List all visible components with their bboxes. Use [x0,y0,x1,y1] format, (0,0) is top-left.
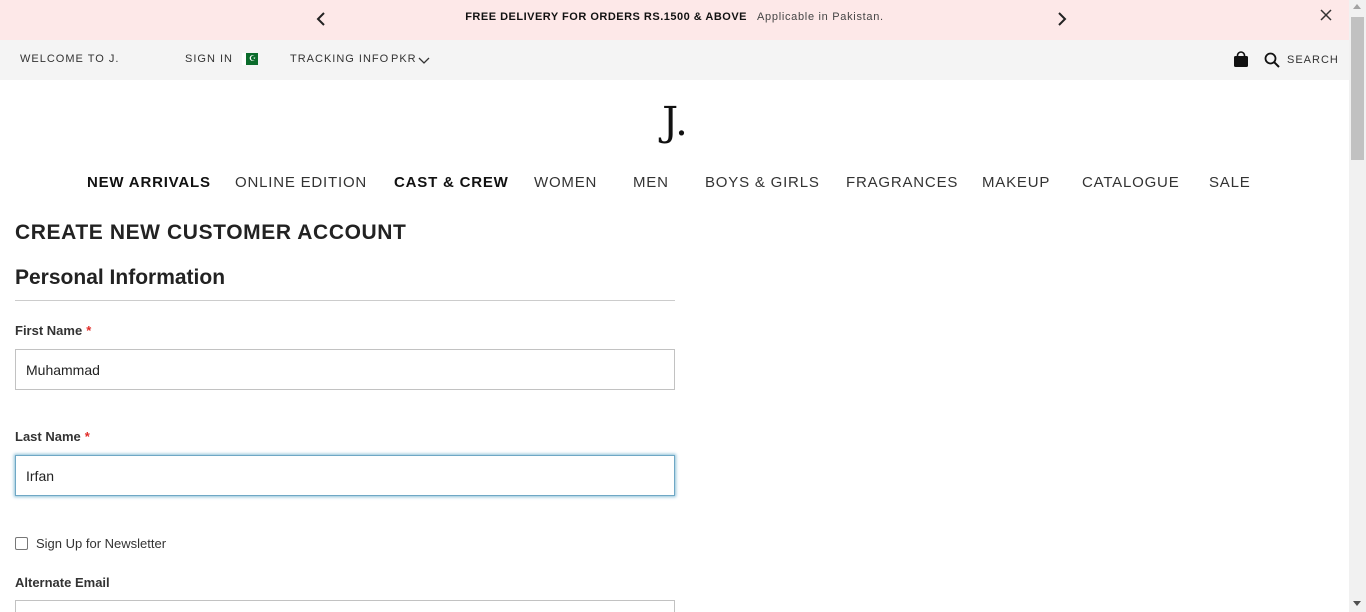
announcement-headline: FREE DELIVERY FOR ORDERS RS.1500 & ABOVE [465,11,748,23]
nav-cast-crew[interactable]: CAST & CREW [394,174,509,191]
page-scrollbar[interactable] [1349,0,1366,612]
nav-makeup[interactable]: MAKEUP [982,174,1050,191]
required-marker: * [84,429,90,444]
alternate-email-label-text: Alternate Email [15,575,110,590]
last-name-label-text: Last Name [15,429,81,444]
tracking-info-link[interactable]: TRACKING INFO [290,53,389,65]
alternate-email-input[interactable] [15,600,675,612]
sign-in-link[interactable]: SIGN IN [185,53,233,65]
last-name-input[interactable] [15,455,675,496]
scroll-down-arrow-icon[interactable] [1353,601,1361,606]
first-name-label-text: First Name [15,323,83,338]
required-marker: * [86,323,92,338]
shopping-bag-icon[interactable] [1233,51,1249,68]
chevron-right-icon[interactable] [1052,9,1072,29]
nav-women[interactable]: WOMEN [534,174,597,191]
search-link[interactable]: SEARCH [1287,54,1339,66]
nav-new-arrivals[interactable]: NEW ARRIVALS [87,174,211,191]
top-utility-bar: WELCOME TO J. SIGN IN ☪ TRACKING INFO PK… [0,40,1349,80]
first-name-label: First Name * [15,323,91,338]
chevron-down-icon[interactable] [418,55,430,65]
page-title: CREATE NEW CUSTOMER ACCOUNT [15,221,407,244]
alternate-email-label: Alternate Email [15,575,110,590]
close-icon[interactable] [1318,7,1334,23]
announcement-bar: FREE DELIVERY FOR ORDERS RS.1500 & ABOVE… [0,0,1349,40]
main-navigation: NEW ARRIVALS ONLINE EDITION CAST & CREW … [0,174,1349,196]
welcome-text: WELCOME TO J. [20,53,120,65]
announcement-subtext: Applicable in Pakistan. [757,11,884,23]
nav-online-edition[interactable]: ONLINE EDITION [235,174,367,191]
section-divider [15,300,675,301]
section-title: Personal Information [15,266,226,289]
newsletter-checkbox[interactable] [15,537,28,550]
scrollbar-thumb[interactable] [1351,17,1364,160]
brand-logo[interactable]: J. [655,98,695,146]
announcement-message: FREE DELIVERY FOR ORDERS RS.1500 & ABOVE… [0,11,1349,23]
nav-sale[interactable]: SALE [1209,174,1251,191]
search-icon[interactable] [1264,52,1280,68]
newsletter-label[interactable]: Sign Up for Newsletter [36,536,166,551]
currency-selector[interactable]: PKR [391,53,417,65]
flag-emblem: ☪ [249,54,257,63]
first-name-input[interactable] [15,349,675,390]
nav-boys-girls[interactable]: BOYS & GIRLS [705,174,820,191]
nav-men[interactable]: MEN [633,174,669,191]
pakistan-flag-icon: ☪ [242,53,258,65]
scroll-up-arrow-icon[interactable] [1353,4,1361,9]
last-name-label: Last Name * [15,429,90,444]
nav-fragrances[interactable]: FRAGRANCES [846,174,958,191]
nav-catalogue[interactable]: CATALOGUE [1082,174,1180,191]
